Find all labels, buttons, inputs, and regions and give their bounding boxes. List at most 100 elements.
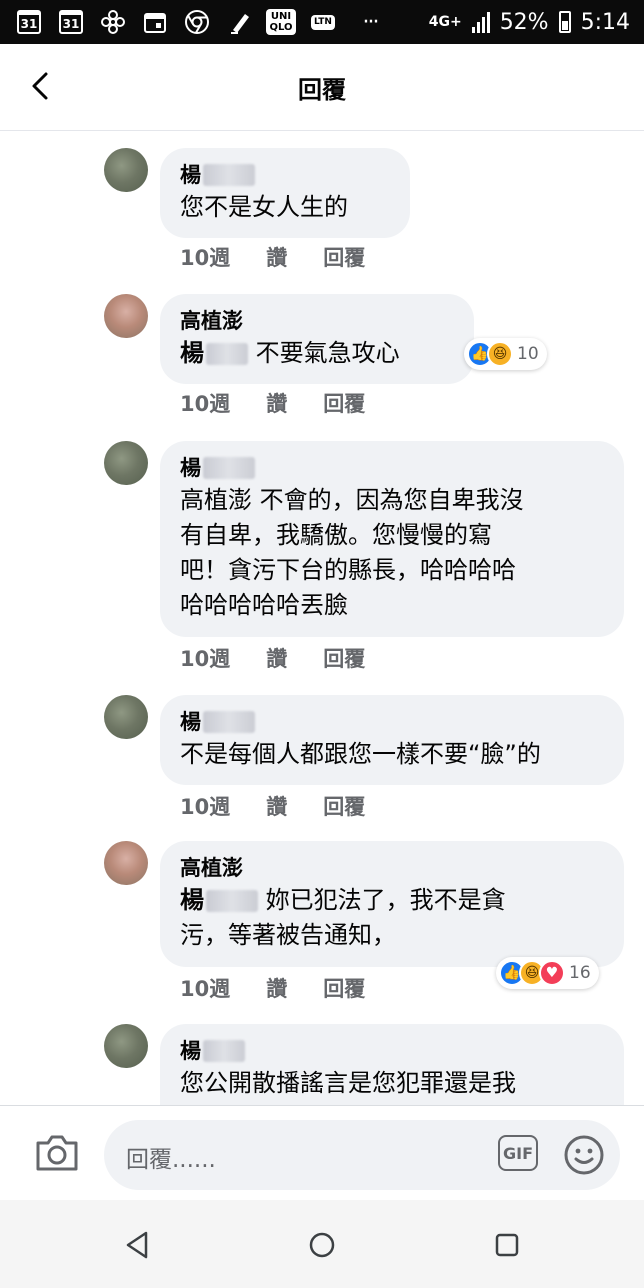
- android-nav-bar: [0, 1200, 644, 1288]
- camera-icon[interactable]: [34, 1133, 80, 1173]
- comment-bubble[interactable]: 楊 不是每個人都跟您一樣不要“臉”的: [160, 695, 624, 785]
- clock: 5:14: [580, 9, 630, 35]
- comment-bubble[interactable]: 高植澎 楊 妳已犯法了，我不是貪 污，等著被告通知，: [160, 841, 624, 967]
- page-title: 回覆: [298, 76, 346, 104]
- comment-time: 10週: [180, 246, 231, 270]
- comment-actions: 10週 讚 回覆: [180, 791, 401, 821]
- blurred-name: [203, 457, 255, 479]
- calendar-icon: 31: [14, 8, 44, 36]
- commenter-name[interactable]: 高植澎: [180, 853, 602, 883]
- comment-actions: 10週 讚 回覆: [180, 242, 401, 272]
- like-button[interactable]: 讚: [266, 242, 287, 272]
- reaction-count: 10: [517, 344, 539, 364]
- network-type: 4G+: [428, 14, 462, 30]
- nav-home-icon[interactable]: [305, 1228, 339, 1262]
- like-button[interactable]: 讚: [266, 973, 287, 1003]
- dots-label: ···: [362, 9, 380, 35]
- blurred-name: [206, 343, 248, 365]
- avatar[interactable]: [104, 441, 148, 485]
- reaction-summary[interactable]: 👍 😆 ♥ 16: [496, 957, 599, 989]
- comment-time: 10週: [180, 977, 231, 1001]
- nav-recents-icon[interactable]: [490, 1228, 524, 1262]
- reply-button[interactable]: 回覆: [323, 388, 365, 418]
- comment-bubble[interactable]: 高植澎 楊 不要氣急攻心: [160, 294, 474, 384]
- ltn-label: LTN: [311, 14, 335, 30]
- comment-text: 不是每個人都跟您一樣不要“臉”的: [180, 740, 541, 768]
- eraser-icon: [224, 8, 254, 36]
- comment: 楊 您公開散播謠言是您犯罪還是我: [104, 1024, 644, 1105]
- signal-icon: [471, 11, 490, 33]
- reaction-summary[interactable]: 👍 😆 10: [464, 338, 547, 370]
- chrome-icon: [182, 8, 212, 36]
- mention-link[interactable]: 楊: [180, 339, 248, 367]
- avatar[interactable]: [104, 294, 148, 338]
- comment-thread[interactable]: 楊 您不是女人生的 10週 讚 回覆 高植澎 楊 不要氣急攻心 👍 😆 10 1…: [0, 131, 644, 1105]
- comment: 楊 不是每個人都跟您一樣不要“臉”的 10週 讚 回覆: [104, 695, 644, 835]
- blurred-name: [206, 890, 258, 912]
- comment-bubble[interactable]: 楊 高植澎 不會的，因為您自卑我沒 有自卑，我驕傲。您慢慢的寫 吧！貪污下台的縣…: [160, 441, 624, 637]
- battery-percent: 52%: [499, 9, 549, 35]
- comment-actions: 10週 讚 回覆: [180, 973, 401, 1003]
- notification-icons: 31 31 UNI QLO LTN ···: [14, 8, 390, 36]
- comment-actions: 10週 讚 回覆: [180, 388, 401, 418]
- commenter-name[interactable]: 楊: [180, 453, 602, 483]
- ltn-icon: LTN: [308, 8, 338, 36]
- reply-button[interactable]: 回覆: [323, 643, 365, 673]
- flower-icon: [98, 8, 128, 36]
- commenter-name-text: 楊: [180, 163, 201, 187]
- calendar-date: 31: [17, 10, 41, 34]
- like-button[interactable]: 讚: [266, 388, 287, 418]
- commenter-name[interactable]: 楊: [180, 707, 602, 737]
- battery-icon: [558, 11, 571, 33]
- reply-button[interactable]: 回覆: [323, 791, 365, 821]
- reply-button[interactable]: 回覆: [323, 973, 365, 1003]
- blurred-name: [203, 164, 255, 186]
- comment-text: 您不是女人生的: [180, 193, 348, 221]
- mention-text: 楊: [180, 886, 204, 914]
- reply-placeholder: 回覆......: [126, 1147, 216, 1173]
- like-button[interactable]: 讚: [266, 643, 287, 673]
- reply-input[interactable]: 回覆...... GIF: [104, 1120, 620, 1190]
- commenter-name-text: 楊: [180, 456, 201, 480]
- more-notifications-icon: ···: [350, 8, 390, 36]
- calendar-icon: 31: [56, 8, 86, 36]
- comment-time: 10週: [180, 647, 231, 671]
- comment-bubble[interactable]: 楊 您不是女人生的: [160, 148, 410, 238]
- header: 回覆: [0, 44, 644, 131]
- comment: 楊 您不是女人生的 10週 讚 回覆: [104, 148, 644, 288]
- avatar[interactable]: [104, 148, 148, 192]
- love-reaction-icon: ♥: [539, 960, 565, 986]
- blurred-name: [203, 711, 255, 733]
- comment-time: 10週: [180, 392, 231, 416]
- like-button[interactable]: 讚: [266, 791, 287, 821]
- commenter-name[interactable]: 高植澎: [180, 306, 452, 336]
- reply-button[interactable]: 回覆: [323, 242, 365, 272]
- gif-icon[interactable]: GIF: [498, 1135, 538, 1171]
- mention-link[interactable]: 楊: [180, 886, 258, 914]
- haha-reaction-icon: 😆: [487, 341, 513, 367]
- commenter-name-text: 楊: [180, 1039, 201, 1063]
- calendar-date: 31: [59, 10, 83, 34]
- avatar[interactable]: [104, 841, 148, 885]
- avatar[interactable]: [104, 1024, 148, 1068]
- comment: 高植澎 楊 不要氣急攻心 👍 😆 10 10週 讚 回覆: [104, 294, 644, 434]
- commenter-name[interactable]: 楊: [180, 160, 388, 190]
- commenter-name-text: 楊: [180, 710, 201, 734]
- uniqlo-icon: UNI QLO: [266, 8, 296, 36]
- comment-bubble[interactable]: 楊 您公開散播謠言是您犯罪還是我: [160, 1024, 624, 1105]
- blurred-name: [203, 1040, 245, 1062]
- avatar[interactable]: [104, 695, 148, 739]
- status-bar: 31 31 UNI QLO LTN ··· 4G+ 52% 5:14: [0, 0, 644, 44]
- comment-actions: 10週 讚 回覆: [180, 643, 401, 673]
- reply-composer: 回覆...... GIF: [0, 1105, 644, 1201]
- nav-back-icon[interactable]: [120, 1228, 154, 1262]
- comment-text: 楊 妳已犯法了，我不是貪 污，等著被告通知，: [180, 883, 602, 953]
- comment: 楊 高植澎 不會的，因為您自卑我沒 有自卑，我驕傲。您慢慢的寫 吧！貪污下台的縣…: [104, 441, 644, 691]
- uniqlo-label: UNI QLO: [266, 9, 296, 35]
- emoji-icon[interactable]: [563, 1134, 605, 1176]
- calendar-app-icon: [140, 8, 170, 36]
- mention-text: 楊: [180, 339, 204, 367]
- comment-text: 您公開散播謠言是您犯罪還是我: [180, 1069, 516, 1097]
- system-icons: 4G+ 52% 5:14: [429, 0, 630, 44]
- commenter-name[interactable]: 楊: [180, 1036, 602, 1066]
